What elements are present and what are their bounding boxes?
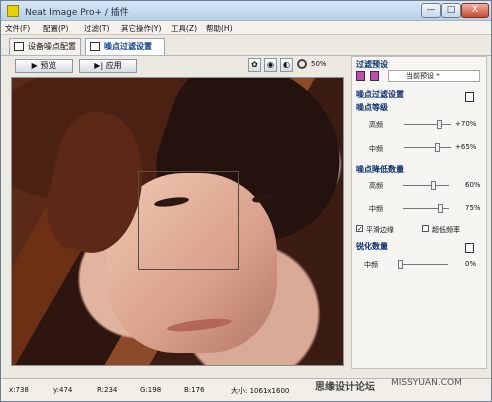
trash-icon[interactable] [465,243,474,253]
image-size: 大小: 1061x1600 [231,387,290,395]
x-coordinate: x:738 [9,386,29,394]
tab-device-profile[interactable]: 设备噪点配置 [9,38,81,55]
sharpen-value: 0% [465,260,477,268]
search-icon[interactable] [297,59,307,69]
red-value: R:234 [97,386,118,394]
mid-frequency-label: 中频 [369,145,383,153]
toolbar: ▶ 预览 ▶| 应用 ✿ ◉ ◐ 50% [7,57,339,75]
reduction-high-value: 60% [465,181,481,189]
menu-config[interactable]: 配置(P) [43,23,68,34]
noise-mid-slider[interactable] [404,143,451,152]
y-coordinate: y:474 [53,386,73,394]
contrast-icon[interactable]: ◐ [280,58,293,72]
menu-bar: 文件(F) 配置(P) 过滤(T) 其它操作(Y) 工具(Z) 帮助(H) [1,21,491,35]
color-wheel-icon[interactable]: ◉ [264,58,277,72]
settings-panel: 过滤预设 当前预设 * 噪点过滤设置 噪点等级 高频 +70% 中频 +65% … [351,56,487,369]
window-title: Neat Image Pro+ / 插件 [25,8,129,18]
reduction-high-slider[interactable] [403,181,449,190]
tab-label: 噪点过滤设置 [104,42,152,51]
app-icon [7,5,19,17]
close-button[interactable]: X [461,3,489,18]
reduction-mid-slider[interactable] [403,204,449,213]
noise-level-heading: 噪点等级 [356,103,388,112]
smooth-edges-checkbox[interactable]: ✓ [356,225,363,233]
tab-bar: 设备噪点配置 噪点过滤设置 [1,36,491,56]
sample-selection-box[interactable] [138,171,239,270]
tab-label: 设备噪点配置 [28,42,76,51]
apply-button[interactable]: ▶| 应用 [79,59,137,73]
tab-noise-filter[interactable]: 噪点过滤设置 [85,38,165,55]
watermark-site: MISSYUAN.COM [391,378,462,388]
sharpen-slider[interactable] [398,260,448,269]
filter-icon [90,42,100,51]
noise-mid-value: +65% [455,143,477,151]
noise-high-slider[interactable] [404,120,451,129]
zoom-value: 50% [311,60,327,68]
blue-value: B:176 [184,386,205,394]
low-frequency-label: 超低频率 [432,226,460,234]
reduction-mid-value: 75% [465,204,481,212]
menu-filter[interactable]: 过滤(T) [84,23,109,34]
device-icon [14,42,24,51]
preview-button[interactable]: ▶ 预览 [15,59,73,73]
menu-other[interactable]: 其它操作(Y) [121,23,161,34]
green-value: G:198 [140,386,162,394]
load-preset-icon[interactable] [370,71,379,81]
low-frequency-checkbox[interactable] [422,225,429,232]
sharpening-heading: 锐化数量 [356,242,388,251]
sharpen-label: 中频 [364,261,378,269]
filter-settings-heading: 噪点过滤设置 [356,90,404,99]
menu-tools[interactable]: 工具(Z) [171,23,197,34]
smooth-edges-label: 平滑边缘 [366,226,394,234]
watermark-text: 思缘设计论坛 [315,382,375,393]
save-preset-icon[interactable] [356,71,365,81]
title-bar: Neat Image Pro+ / 插件 — □ X [1,1,491,21]
minimize-button[interactable]: — [421,3,441,18]
reduction-high-label: 高频 [369,182,383,190]
apply-label: 应用 [105,61,122,70]
palette-icon[interactable]: ✿ [248,58,261,72]
image-preview[interactable] [11,77,344,366]
trash-icon[interactable] [465,92,474,102]
app-window: Neat Image Pro+ / 插件 — □ X 文件(F) 配置(P) 过… [0,0,492,402]
menu-help[interactable]: 帮助(H) [206,23,233,34]
preset-dropdown[interactable]: 当前预设 * [388,70,480,82]
menu-file[interactable]: 文件(F) [5,23,30,34]
reduction-mid-label: 中频 [369,205,383,213]
maximize-button[interactable]: □ [441,3,461,18]
high-frequency-label: 高频 [369,121,383,129]
noise-high-value: +70% [455,120,477,128]
preset-heading: 过滤预设 [356,60,388,69]
reduction-heading: 噪点降低数量 [356,165,404,174]
preview-label: 预览 [40,61,57,70]
